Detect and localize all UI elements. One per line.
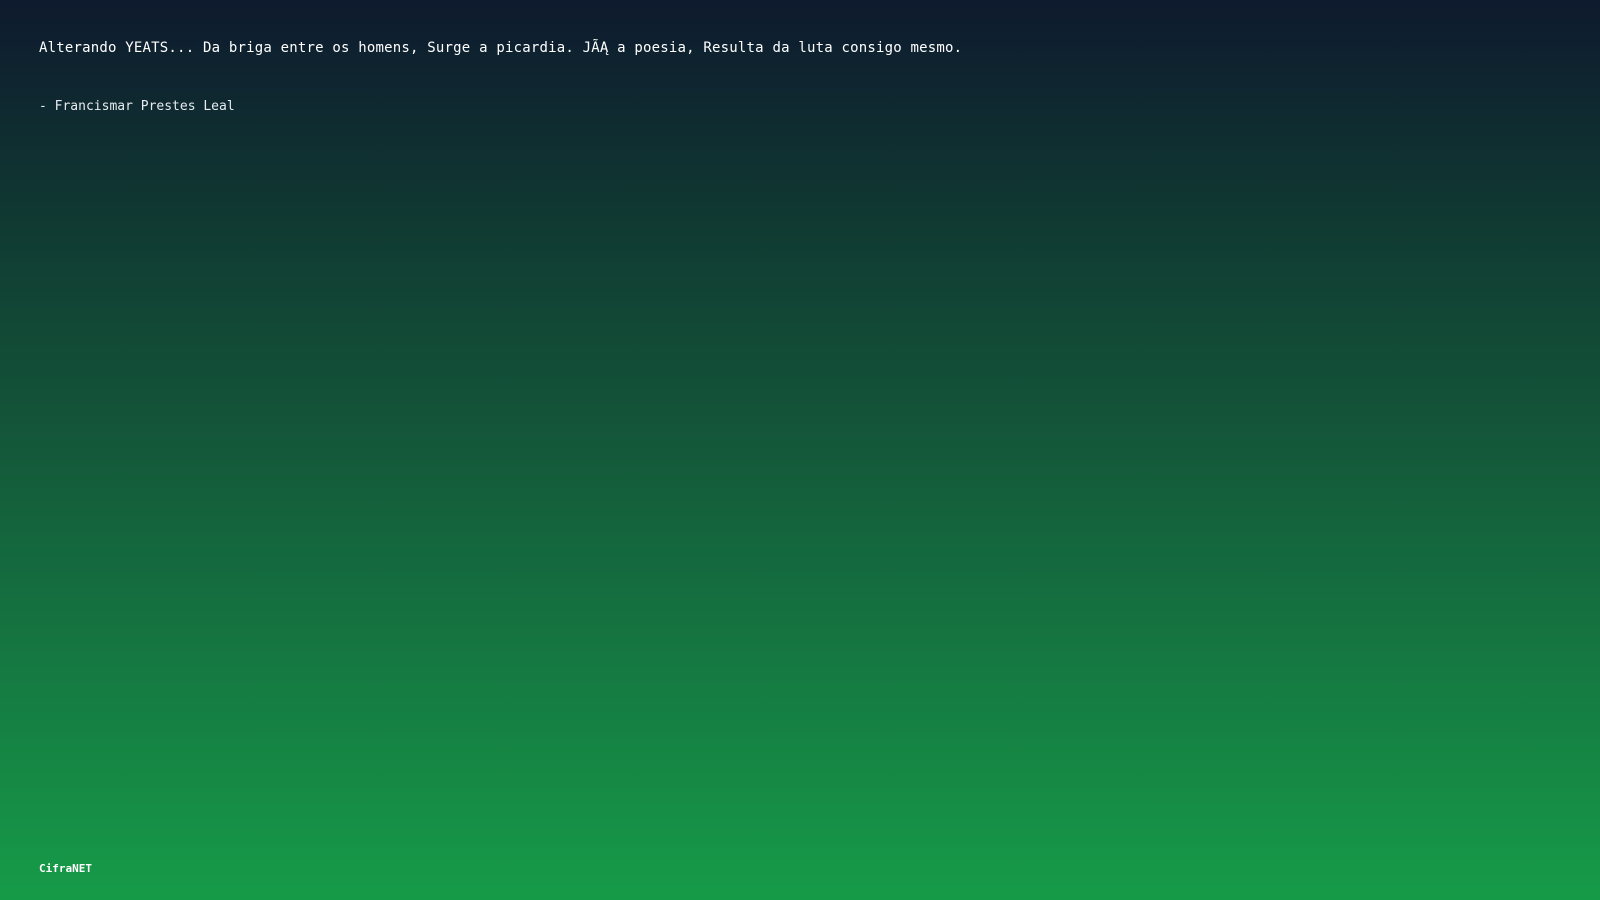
quote-block: Alterando YEATS... Da briga entre os hom… [39,38,1539,117]
quote-author: - Francismar Prestes Leal [39,99,235,114]
quote-text: Alterando YEATS... Da briga entre os hom… [39,40,963,56]
brand-label: CifraNET [39,862,92,875]
